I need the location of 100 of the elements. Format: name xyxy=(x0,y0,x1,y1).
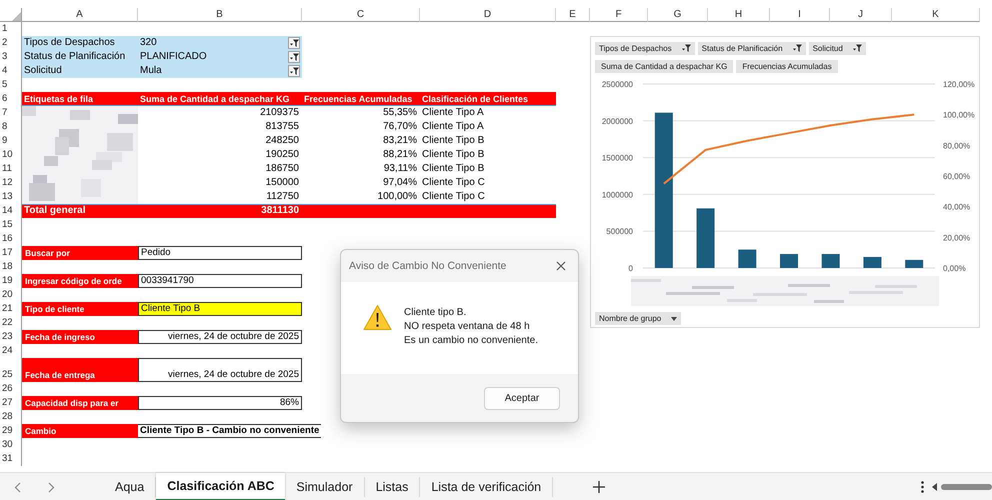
form-label: Fecha de entrega xyxy=(22,358,138,382)
column-header[interactable]: D xyxy=(420,8,556,22)
sheet-tab[interactable]: Listas xyxy=(364,477,420,497)
chart-filter-button[interactable]: Status de Planificación xyxy=(698,42,806,55)
select-all-corner[interactable] xyxy=(0,8,22,22)
column-header[interactable]: G xyxy=(648,8,708,22)
table-cell-text: 88,21% xyxy=(382,148,418,162)
chart-filter-button[interactable]: Solicitud xyxy=(808,42,866,55)
column-header[interactable]: B xyxy=(138,8,302,22)
table-cell-text: Cliente Tipo B xyxy=(421,162,486,176)
axis-label: 2000000 xyxy=(602,116,633,126)
filter-label: Tipos de Despachos xyxy=(23,36,116,50)
table-cell-text: 813755 xyxy=(264,120,300,134)
column-header[interactable]: I xyxy=(770,8,830,22)
filter-value: Mula xyxy=(139,64,163,78)
dropdown-icon xyxy=(671,316,678,320)
close-icon xyxy=(556,261,566,271)
row-number[interactable]: 30 xyxy=(0,438,22,452)
axis-field-button[interactable]: Nombre de grupo xyxy=(595,312,682,325)
dialog-title: Aviso de Cambio No Conveniente xyxy=(349,260,506,272)
input-field[interactable]: 86% xyxy=(138,396,302,410)
filter-button[interactable] xyxy=(288,37,300,49)
series-field-button[interactable]: Suma de Cantidad a despachar KG xyxy=(595,60,734,73)
filter-value: 320 xyxy=(139,36,158,50)
table-cell-text: Cliente Tipo A xyxy=(421,106,485,120)
chevron-right-icon xyxy=(48,482,54,492)
table-header[interactable]: Suma de Cantidad a despachar KG xyxy=(138,92,302,106)
column-header[interactable]: A xyxy=(22,8,138,22)
filter-button[interactable] xyxy=(288,65,300,77)
filter-icon xyxy=(290,52,298,62)
column-header[interactable]: F xyxy=(590,8,648,22)
result-text: Cliente Tipo B - Cambio no conveniente xyxy=(138,424,322,438)
filter-icon xyxy=(290,66,298,76)
column-header[interactable]: E xyxy=(556,8,590,22)
input-field[interactable]: viernes, 24 de octubre de 2025 xyxy=(138,358,302,382)
row-number[interactable]: 1 xyxy=(0,22,22,36)
row-number[interactable]: 15 xyxy=(0,218,22,232)
filter-label: Status de Planificación xyxy=(23,50,126,64)
chart-filter-button[interactable]: Tipos de Despachos xyxy=(595,42,695,55)
column-header[interactable]: K xyxy=(892,8,980,22)
form-label: Tipo de cliente xyxy=(22,302,138,316)
scrollbar[interactable] xyxy=(932,482,992,492)
table-cell-text: 55,35% xyxy=(382,106,418,120)
sheet-tab[interactable]: Clasificación ABC xyxy=(156,473,286,500)
column-header[interactable]: H xyxy=(708,8,770,22)
close-button[interactable] xyxy=(554,259,568,273)
table-cell-text: Cliente Tipo A xyxy=(421,120,485,134)
corner-triangle-icon xyxy=(11,11,21,21)
form-label: Capacidad disp para er xyxy=(22,396,138,410)
bar xyxy=(905,260,924,268)
column-header[interactable]: C xyxy=(302,8,420,22)
table-cell-text: 100,00% xyxy=(376,190,418,204)
sheet-tab[interactable]: Simulador xyxy=(285,477,365,497)
table-cell-text: 93,11% xyxy=(382,162,418,176)
axis-label: 40,00% xyxy=(943,202,970,212)
axis-label: 20,00% xyxy=(943,233,970,242)
chevron-left-icon xyxy=(14,482,20,492)
bar xyxy=(822,254,840,268)
bar xyxy=(696,208,715,268)
axis-label: 80,00% xyxy=(943,141,970,150)
table-cell-text: Cliente Tipo C xyxy=(421,176,486,190)
table-header[interactable]: Etiquetas de fila xyxy=(22,92,138,106)
table-cell-text: 248250 xyxy=(264,134,300,148)
filter-icon xyxy=(852,44,862,53)
axis-label: 500000 xyxy=(606,227,633,236)
input-field[interactable]: 0033941790 xyxy=(138,274,302,288)
table-cell-text: 2109375 xyxy=(259,106,300,120)
table-header[interactable]: Clasificación de Clientes xyxy=(420,92,556,106)
table-cell-text: Cliente Tipo B xyxy=(421,148,486,162)
filter-icon xyxy=(290,38,298,48)
filter-value: PLANIFICADO xyxy=(139,50,208,64)
warning-icon xyxy=(363,304,392,331)
table-cell-text: Cliente Tipo C xyxy=(421,190,486,204)
axis-label: 0,00% xyxy=(943,264,966,273)
column-header[interactable]: J xyxy=(830,8,892,22)
input-field[interactable]: Pedido xyxy=(138,246,302,260)
message-text: NO respeta ventana de 48 h xyxy=(404,320,531,334)
table-cell-text: Cliente Tipo B xyxy=(421,134,486,148)
table-cell-text: 3811130 xyxy=(260,204,300,218)
accept-button[interactable]: Aceptar xyxy=(484,386,560,410)
axis-label: 2500000 xyxy=(602,80,633,89)
table-cell-text: 112750 xyxy=(265,190,300,204)
input-field[interactable]: Cliente Tipo B xyxy=(138,302,302,316)
table-cell-text: 190250 xyxy=(264,148,300,162)
form-label: Ingresar código de orde xyxy=(22,274,138,288)
table-cell-text: 83,21% xyxy=(382,134,418,148)
input-field[interactable]: viernes, 24 de octubre de 2025 xyxy=(138,330,302,344)
axis-label: 0 xyxy=(628,264,633,273)
table-cell-text: Total general xyxy=(23,204,86,218)
plus-icon xyxy=(593,481,606,493)
table-header[interactable]: Frecuencias Acumuladas xyxy=(302,92,420,106)
form-label: Cambio xyxy=(22,424,138,438)
row-number[interactable]: 16 xyxy=(0,232,22,246)
table-cell-text: 97,04% xyxy=(382,176,418,190)
sheet-tab[interactable]: Lista de verificación xyxy=(420,477,554,497)
axis-label: 60,00% xyxy=(943,172,970,181)
message-text: Es un cambio no conveniente. xyxy=(404,334,538,348)
filter-button[interactable] xyxy=(288,51,300,63)
series-field-button[interactable]: Frecuencias Acumuladas xyxy=(736,60,838,73)
row-number[interactable]: 31 xyxy=(0,452,22,466)
